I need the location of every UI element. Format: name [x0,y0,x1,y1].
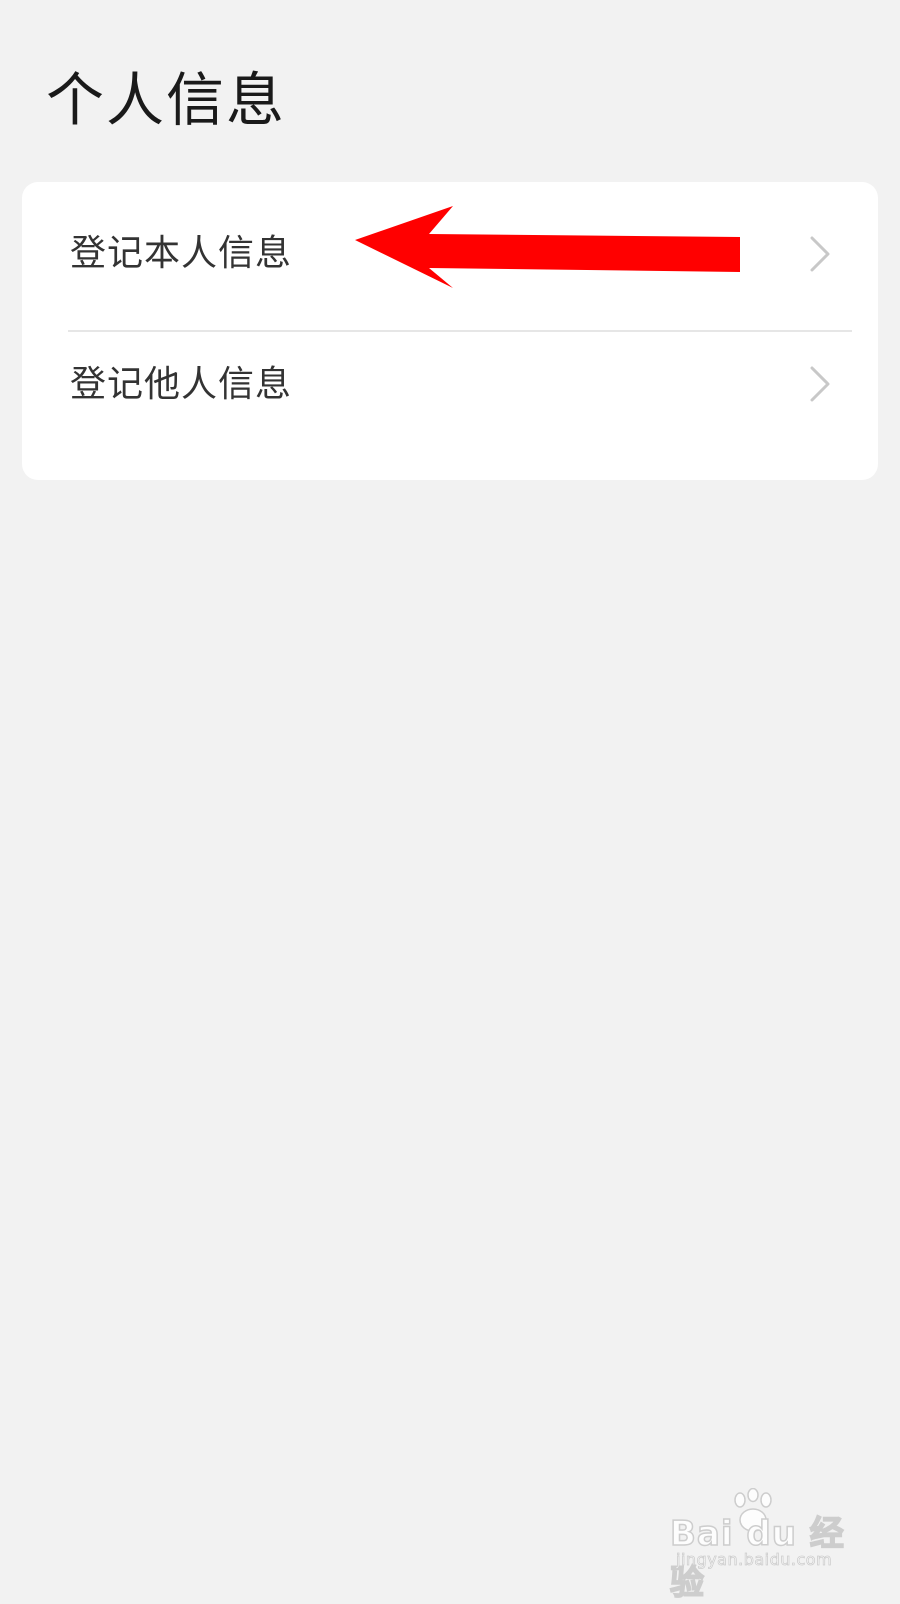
red-arrow-annotation [355,206,740,288]
watermark-url: jingyan.baidu.com [676,1550,833,1570]
chevron-right-icon [810,366,830,402]
register-others-info-label: 登记他人信息 [70,364,293,405]
chevron-right-icon [810,236,830,272]
page-title: 个人信息 [46,66,287,134]
baidu-jingyan-watermark: Bai du 经验 jingyan.baidu.com [669,1488,860,1604]
register-self-info-label: 登记本人信息 [70,233,293,274]
register-others-info-item[interactable]: 登记他人信息 [22,332,878,480]
